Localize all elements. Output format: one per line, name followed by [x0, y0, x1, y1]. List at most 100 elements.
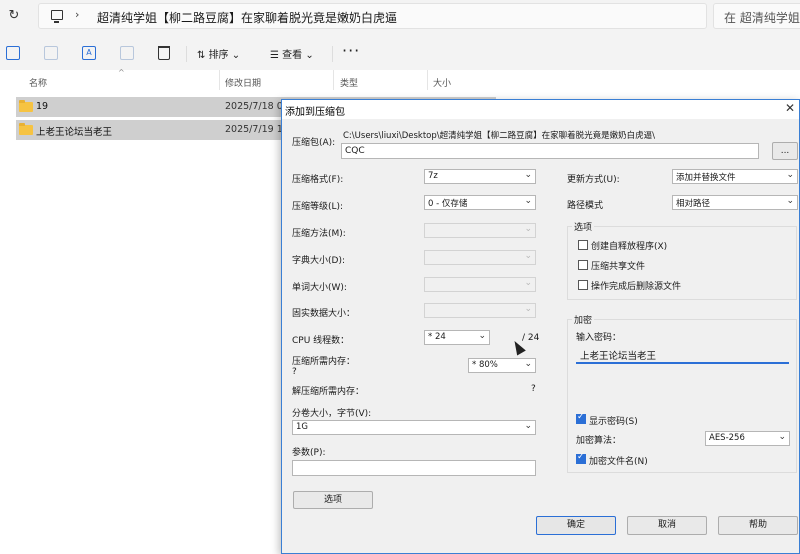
help-button[interactable]: 帮助: [718, 516, 798, 535]
threads-select[interactable]: * 24 ⌄: [424, 330, 490, 345]
mem-decomp-label: 解压缩所需内存：: [292, 387, 365, 397]
update-select[interactable]: 添加并替换文件 ⌄: [672, 169, 798, 184]
chevron-right-icon[interactable]: ›: [75, 8, 79, 21]
sfx-label[interactable]: 创建自释放程序(X): [591, 239, 667, 252]
computer-icon: [51, 10, 63, 23]
path-mode-label: 路径模式: [567, 201, 604, 211]
column-divider[interactable]: [333, 70, 334, 90]
chevron-down-icon: ⌄: [524, 251, 532, 261]
params-input[interactable]: [292, 460, 536, 476]
encryption-method-select[interactable]: AES-256 ⌄: [705, 431, 790, 446]
password-input[interactable]: 上老王论坛当老王: [580, 348, 656, 362]
delete-after-label[interactable]: 操作完成后删除源文件: [591, 279, 681, 292]
options-button[interactable]: 选项: [293, 491, 373, 509]
chevron-down-icon: ⌄: [524, 421, 532, 431]
password-input-underline: [576, 362, 789, 364]
file-name: 上老王论坛当老王: [36, 127, 113, 138]
column-header-date[interactable]: 修改日期: [225, 76, 261, 89]
format-label: 压缩格式(F):: [292, 175, 344, 185]
browse-button[interactable]: ...: [772, 142, 798, 160]
mem-comp-value: * 80%: [472, 360, 498, 370]
chevron-down-icon: ⌄: [786, 196, 794, 206]
word-label: 单词大小(W):: [292, 283, 347, 293]
shared-files-checkbox[interactable]: [578, 260, 588, 270]
share-icon[interactable]: [120, 46, 134, 60]
level-value: 0 - 仅存储: [428, 199, 468, 209]
params-label: 参数(P):: [292, 448, 326, 458]
encryption-method-label: 加密算法：: [576, 436, 622, 446]
archive-label: 压缩包(A):: [292, 138, 336, 148]
view-label: 查看: [282, 50, 303, 61]
update-label: 更新方式(U):: [567, 175, 620, 185]
refresh-icon[interactable]: ↻: [6, 8, 22, 24]
mem-comp-select[interactable]: * 80% ⌄: [468, 358, 536, 373]
mem-comp-unknown: ?: [292, 367, 297, 377]
split-select[interactable]: 1G ⌄: [292, 420, 536, 435]
chevron-right-icon[interactable]: ›: [385, 8, 389, 21]
dialog-title: 添加到压缩包: [285, 107, 345, 118]
threads-label: CPU 线程数：: [292, 336, 350, 346]
level-label: 压缩等级(L):: [292, 202, 344, 212]
encryption-group-title: 加密: [572, 313, 595, 326]
column-divider[interactable]: [219, 70, 220, 90]
encrypt-names-checkbox[interactable]: [576, 452, 586, 464]
column-header-size[interactable]: 大小: [433, 76, 451, 89]
chevron-down-icon: ⌄: [524, 304, 532, 314]
search-input[interactable]: 在 超清纯学姐: [713, 3, 800, 29]
chevron-down-icon: ⌄: [524, 278, 532, 288]
threads-value: * 24: [428, 332, 446, 342]
level-select[interactable]: 0 - 仅存储 ⌄: [424, 195, 536, 210]
address-path[interactable]: 超清纯学姐【柳二路豆腐】在家聊着脱光竟是嫩奶白虎逼: [97, 9, 397, 26]
split-label: 分卷大小，字节(V):: [292, 409, 372, 419]
dict-label: 字典大小(D):: [292, 256, 345, 266]
cancel-button[interactable]: 取消: [627, 516, 707, 535]
chevron-down-icon: ⌄: [524, 170, 532, 180]
address-bar: ↻ › 超清纯学姐【柳二路豆腐】在家聊着脱光竟是嫩奶白虎逼 › 在 超清纯学姐: [0, 0, 800, 34]
format-select[interactable]: 7z ⌄: [424, 169, 536, 184]
sort-button[interactable]: ⇅ 排序 ⌄: [197, 46, 240, 61]
sfx-checkbox[interactable]: [578, 240, 588, 250]
path-mode-select[interactable]: 相对路径 ⌄: [672, 195, 798, 210]
update-value: 添加并替换文件: [676, 173, 736, 183]
rename-icon[interactable]: A: [82, 46, 96, 60]
dialog-titlebar[interactable]: 添加到压缩包 ✕: [282, 100, 799, 119]
view-button[interactable]: ☰ 查看 ⌄: [270, 46, 314, 61]
method-label: 压缩方法(M):: [292, 229, 346, 239]
word-select[interactable]: ⌄: [424, 277, 536, 292]
column-header-type[interactable]: 类型: [340, 76, 358, 89]
file-date: 2025/7/19 1: [225, 124, 283, 135]
show-password-checkbox[interactable]: [576, 412, 586, 424]
chevron-down-icon: ⌄: [786, 170, 794, 180]
mem-decomp-unknown: ?: [531, 384, 536, 394]
archive-name-input[interactable]: CQC: [341, 143, 759, 159]
folder-icon: [19, 123, 33, 135]
copy-icon[interactable]: [6, 46, 20, 60]
delete-after-checkbox[interactable]: [578, 280, 588, 290]
sort-caret-icon: ^: [118, 68, 125, 77]
format-value: 7z: [428, 171, 438, 181]
column-divider[interactable]: [427, 70, 428, 90]
delete-icon[interactable]: [158, 46, 170, 60]
shared-files-label[interactable]: 压缩共享文件: [591, 259, 645, 272]
sort-label: 排序: [208, 50, 229, 61]
paste-icon[interactable]: [44, 46, 58, 60]
archive-path: C:\Users\liuxi\Desktop\超清纯学姐【柳二路豆腐】在家聊着脱…: [343, 131, 655, 141]
dict-select[interactable]: ⌄: [424, 250, 536, 265]
solid-select[interactable]: ⌄: [424, 303, 536, 318]
chevron-down-icon: ⌄: [478, 331, 486, 341]
command-bar: A ⇅ 排序 ⌄ ☰ 查看 ⌄ ···: [0, 38, 800, 70]
method-select[interactable]: ⌄: [424, 223, 536, 238]
search-placeholder: 在 超清纯学姐: [724, 11, 800, 25]
encryption-method-value: AES-256: [709, 433, 745, 443]
encrypt-names-label[interactable]: 加密文件名(N): [589, 454, 648, 467]
column-header-name[interactable]: 名称: [29, 76, 47, 89]
folder-icon: [19, 100, 33, 112]
close-icon[interactable]: ✕: [785, 101, 795, 115]
more-options-button[interactable]: ···: [342, 41, 360, 60]
show-password-label[interactable]: 显示密码(S): [589, 414, 638, 427]
encryption-group: 加密 输入密码： 上老王论坛当老王 显示密码(S) 加密算法： AES-256 ⌄…: [567, 313, 797, 473]
solid-label: 固实数据大小：: [292, 309, 356, 319]
file-date: 2025/7/18 0: [225, 101, 283, 112]
ok-button[interactable]: 确定: [536, 516, 616, 535]
address-box[interactable]: › 超清纯学姐【柳二路豆腐】在家聊着脱光竟是嫩奶白虎逼 ›: [38, 3, 707, 29]
